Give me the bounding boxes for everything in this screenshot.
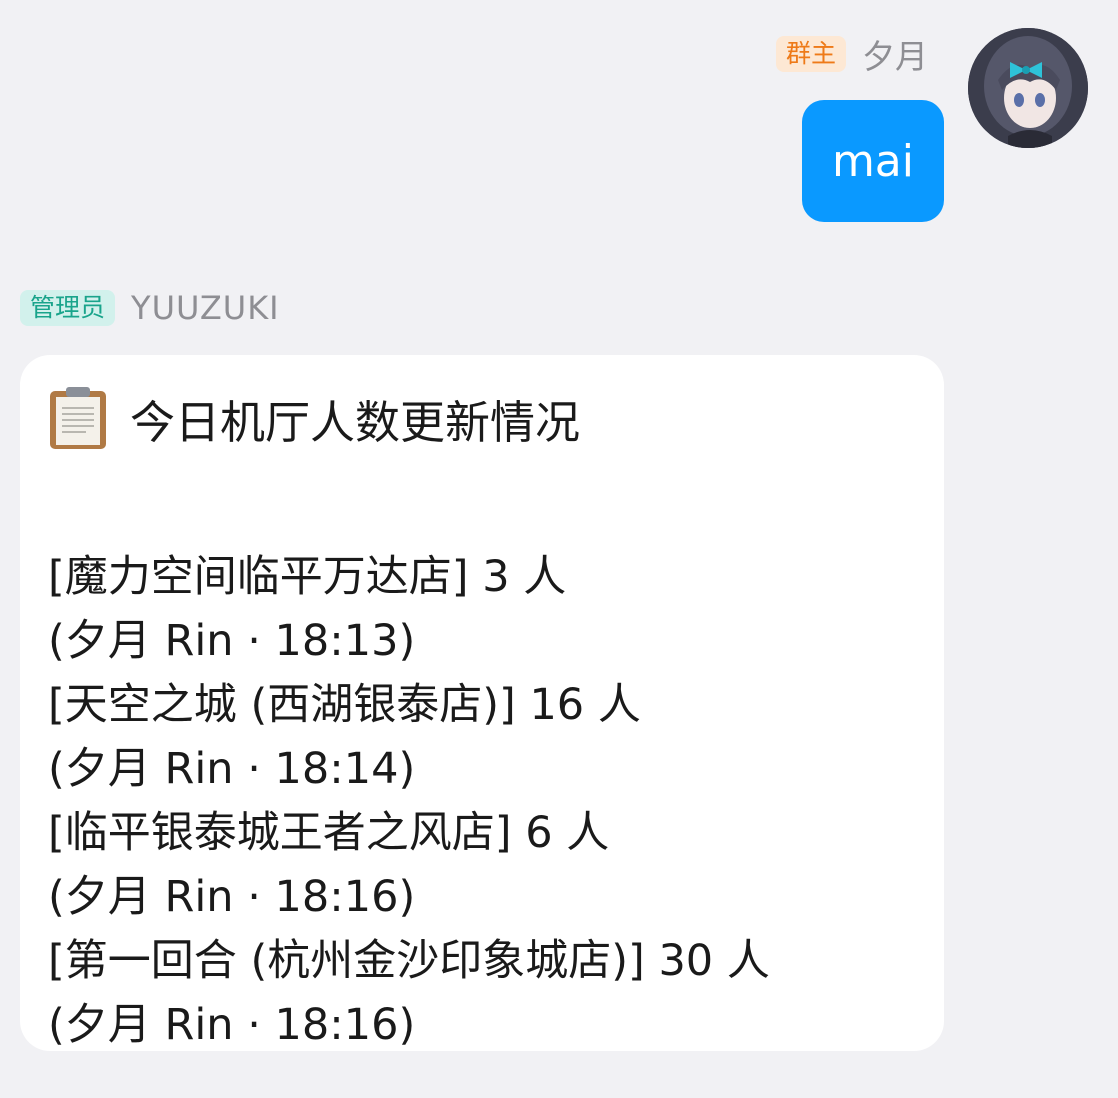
arcade-entry-line: [魔力空间临平万达店] 3 人 xyxy=(48,552,567,602)
arcade-entry-meta: (夕月 Rin · 18:16) xyxy=(48,1000,416,1050)
arcade-entry-line: [临平银泰城王者之风店] 6 人 xyxy=(48,808,610,858)
incoming-message-bubble[interactable]: 今日机厅人数更新情况 [魔力空间临平万达店] 3 人 (夕月 Rin · 18:… xyxy=(20,355,944,1051)
anime-girl-avatar-icon[interactable] xyxy=(968,28,1088,148)
arcade-entry-meta: (夕月 Rin · 18:14) xyxy=(48,744,416,794)
outgoing-sender-name[interactable]: 夕月 xyxy=(862,30,928,78)
incoming-message-header: 管理员 YUUZUKI xyxy=(20,289,280,327)
arcade-entry-line: [天空之城 (西湖银泰店)] 16 人 xyxy=(48,680,641,730)
outgoing-message-bubble[interactable]: mai xyxy=(801,100,944,222)
clipboard-icon xyxy=(48,385,108,451)
admin-badge: 管理员 xyxy=(20,290,116,326)
arcade-entry-meta: (夕月 Rin · 18:13) xyxy=(48,616,416,666)
arcade-entry-line: [第一回合 (杭州金沙印象城店)] 30 人 xyxy=(48,936,770,986)
card-title-text: 今日机厅人数更新情况 xyxy=(130,395,581,449)
card-title-row: 今日机厅人数更新情况 xyxy=(48,381,916,455)
incoming-sender-name[interactable]: YUUZUKI xyxy=(131,289,280,327)
arcade-entry-meta: (夕月 Rin · 18:16) xyxy=(48,872,416,922)
outgoing-message-header: 群主 夕月 xyxy=(775,30,928,78)
owner-badge: 群主 xyxy=(775,36,846,72)
